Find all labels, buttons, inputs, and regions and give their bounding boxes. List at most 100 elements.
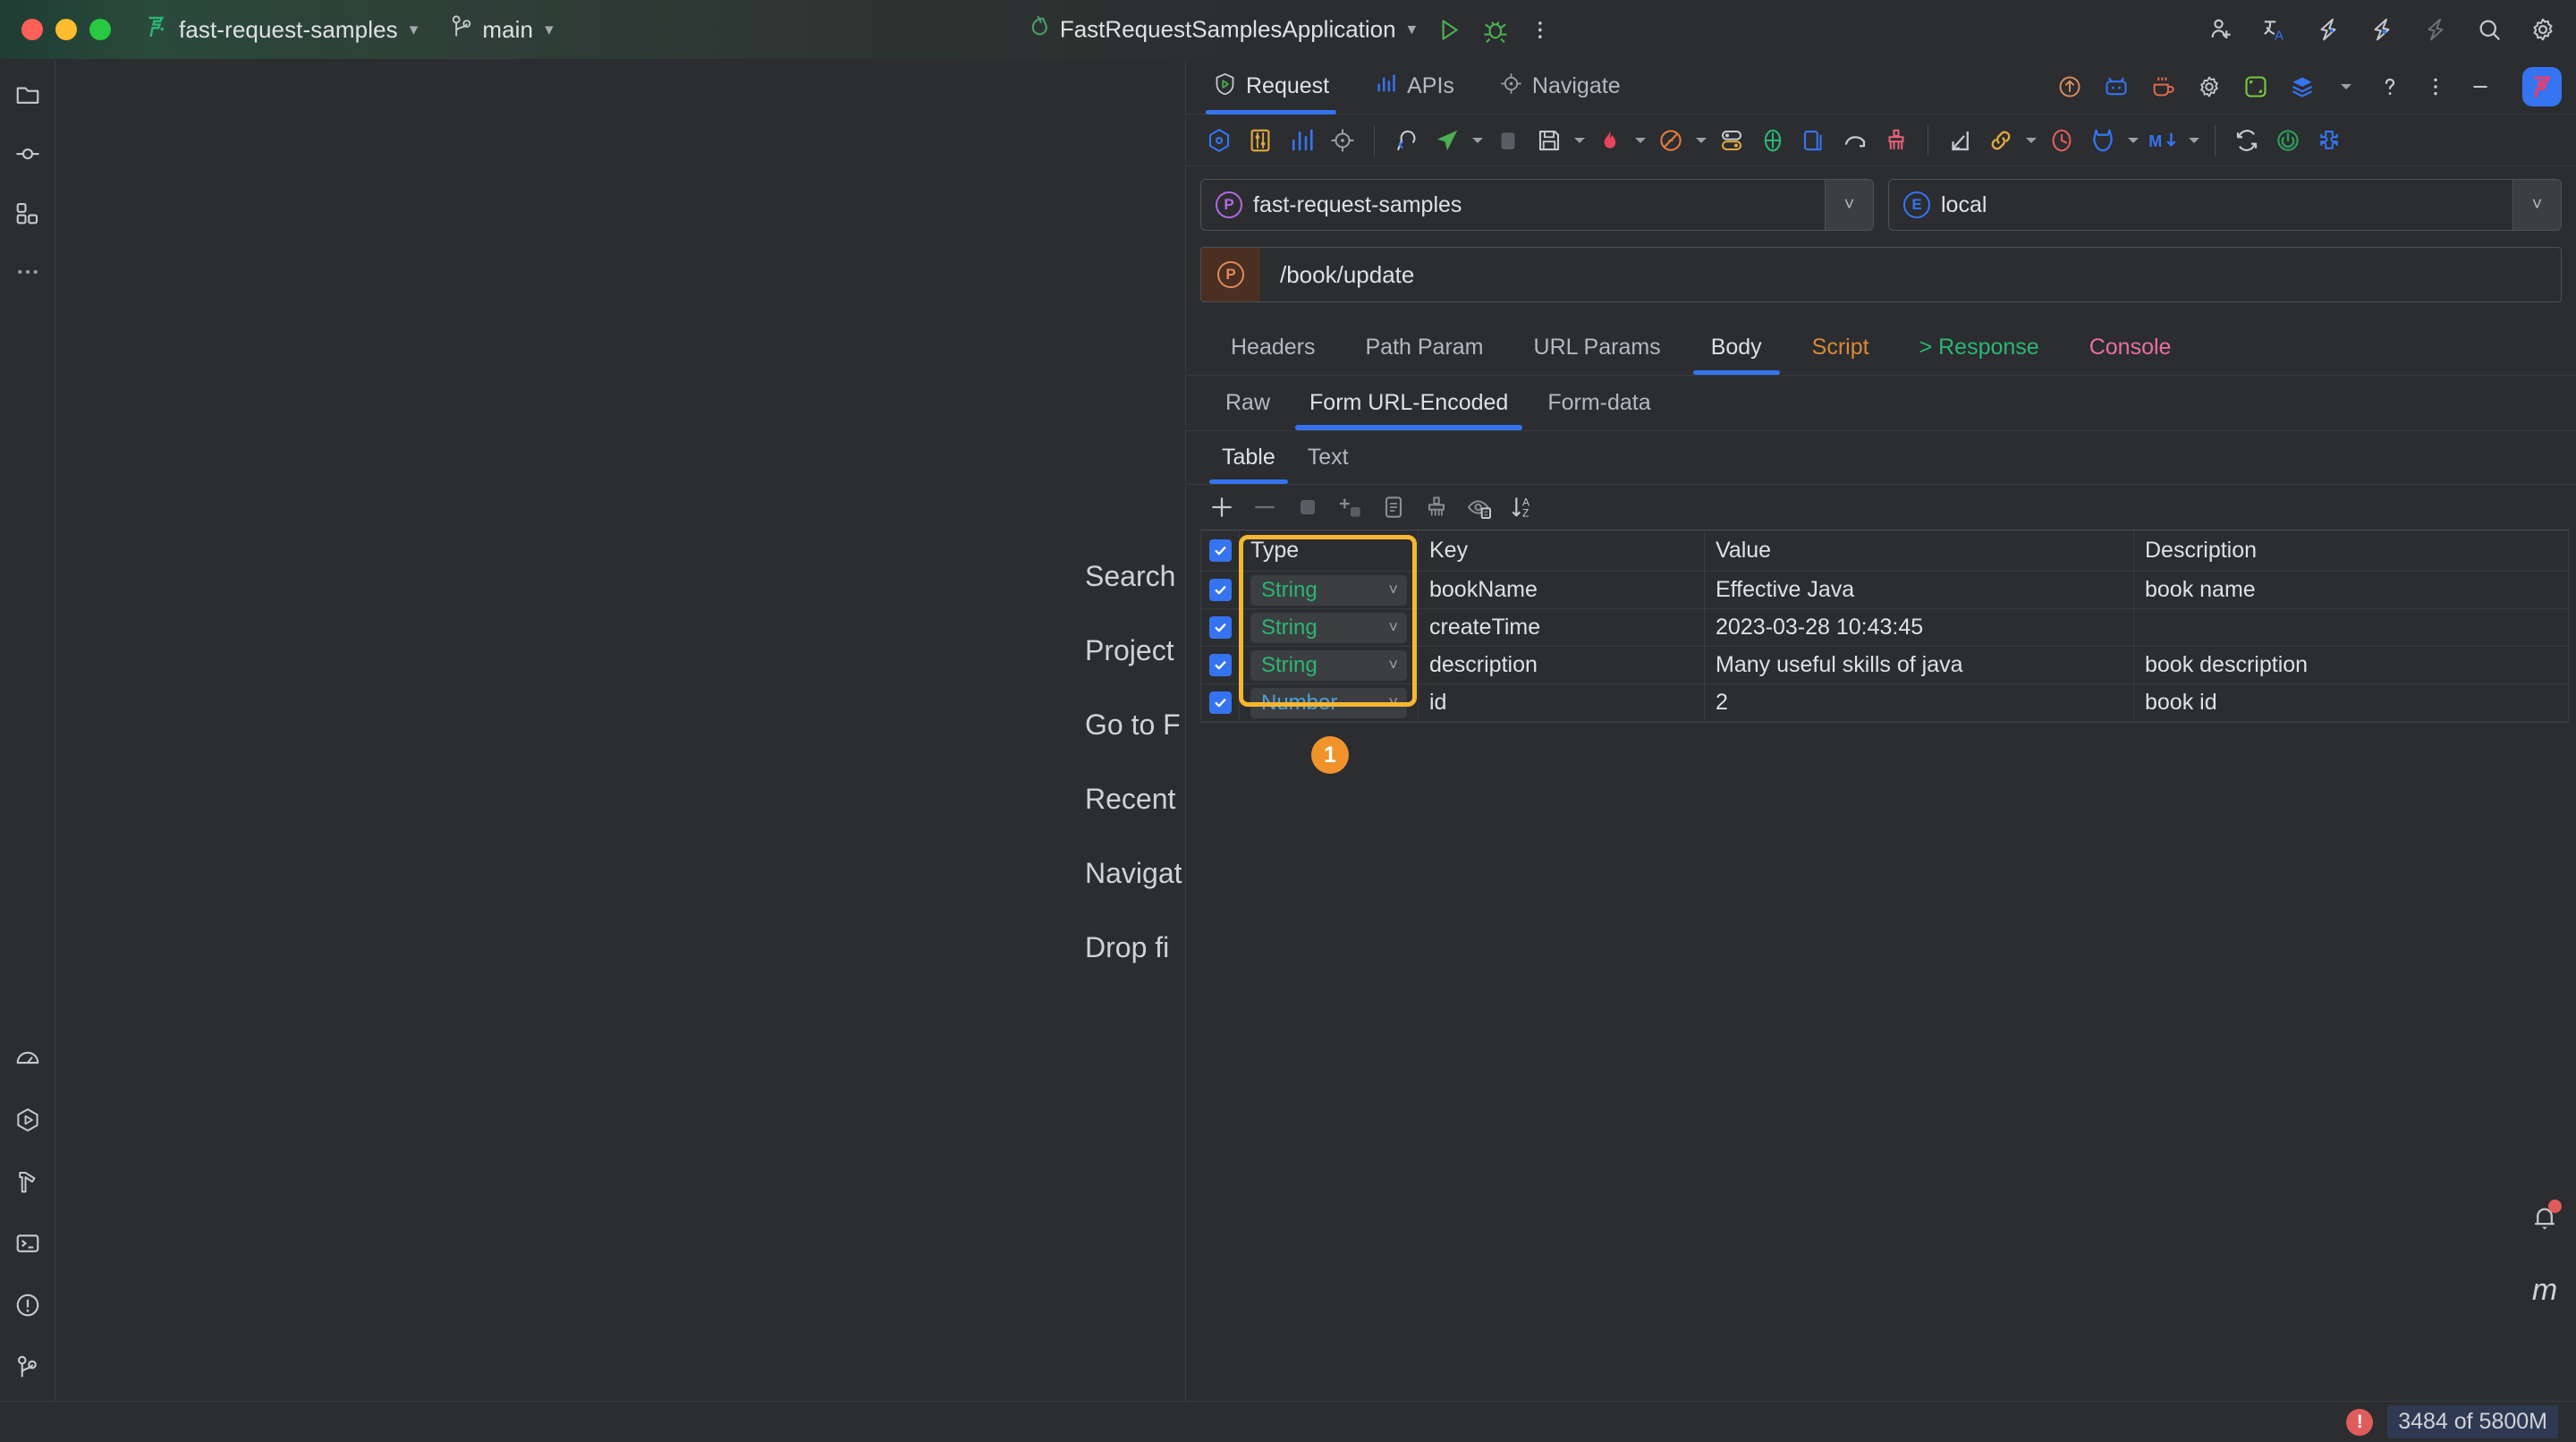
minimize-window-button[interactable] xyxy=(55,19,77,40)
hexagon-dot-icon[interactable] xyxy=(1199,120,1240,161)
select-all-checkbox[interactable] xyxy=(1209,539,1232,562)
row-type-cell[interactable]: String ˅ xyxy=(1240,572,1419,608)
type-dropdown[interactable]: String ˅ xyxy=(1250,575,1407,606)
type-dropdown[interactable]: String ˅ xyxy=(1250,650,1407,681)
row-value-cell[interactable]: Many useful skills of java xyxy=(1705,647,2134,683)
chevron-down-icon[interactable] xyxy=(2184,120,2204,161)
send-paper-plane-icon[interactable] xyxy=(1427,120,1468,161)
search-code-icon[interactable] xyxy=(1385,120,1427,161)
tab-body[interactable]: Body xyxy=(1686,319,1787,375)
row-value-cell[interactable]: 2 xyxy=(1705,684,2134,721)
plugin-puzzle-icon[interactable] xyxy=(2309,120,2350,161)
tab-script[interactable]: Script xyxy=(1787,319,1894,375)
gear-icon[interactable] xyxy=(2197,74,2222,99)
fast-request-logo-icon[interactable] xyxy=(2522,67,2562,106)
refresh-sync-icon[interactable] xyxy=(2226,120,2267,161)
help-question-icon[interactable] xyxy=(2377,74,2402,99)
debug-button[interactable] xyxy=(1482,16,1509,43)
row-description-cell[interactable] xyxy=(2134,609,2568,646)
table-row[interactable]: String ˅ description Many useful skills … xyxy=(1201,647,2568,684)
row-checkbox-cell[interactable] xyxy=(1201,647,1240,683)
tab-text[interactable]: Text xyxy=(1292,430,1365,484)
chevron-down-icon[interactable] xyxy=(1691,120,1711,161)
copy-document-icon[interactable] xyxy=(1372,486,1415,529)
row-key-cell[interactable]: description xyxy=(1419,647,1705,683)
chevron-down-icon[interactable] xyxy=(2123,120,2143,161)
markdown-icon[interactable]: M xyxy=(2143,120,2184,161)
notification-bell-icon[interactable] xyxy=(2529,1202,2560,1237)
ai-assistant-blue-icon[interactable] xyxy=(2368,16,2395,43)
tab-form-url-encoded[interactable]: Form URL-Encoded xyxy=(1290,375,1528,430)
row-key-cell[interactable]: createTime xyxy=(1419,609,1705,646)
stop-square-icon[interactable] xyxy=(1286,486,1329,529)
table-row[interactable]: String ˅ bookName Effective Java book na… xyxy=(1201,572,2568,609)
commit-icon[interactable] xyxy=(8,134,47,174)
header-value[interactable]: Value xyxy=(1705,530,2134,571)
chevron-down-icon[interactable] xyxy=(1570,120,1589,161)
version-control-icon[interactable] xyxy=(8,1347,47,1387)
row-checkbox[interactable] xyxy=(1209,579,1232,601)
row-type-cell[interactable]: String ˅ xyxy=(1240,647,1419,683)
chevron-down-icon[interactable] xyxy=(2021,120,2041,161)
preview-eye-icon[interactable] xyxy=(1458,486,1501,529)
coffee-cup-icon[interactable] xyxy=(2150,74,2175,99)
save-floppy-icon[interactable] xyxy=(1529,120,1570,161)
clean-broom-icon[interactable] xyxy=(1415,486,1458,529)
row-value-cell[interactable]: 2023-03-28 10:43:45 xyxy=(1705,609,2134,646)
minimize-icon[interactable] xyxy=(2469,75,2492,98)
run-config-selector[interactable]: FastRequestSamplesApplication ▾ xyxy=(1024,13,1416,47)
chevron-down-icon[interactable]: ˅ xyxy=(2512,180,2561,230)
tab-path-param[interactable]: Path Param xyxy=(1341,319,1509,375)
chevron-down-icon[interactable] xyxy=(1631,120,1650,161)
no-proxy-icon[interactable] xyxy=(1650,120,1691,161)
row-type-cell[interactable]: Number ˅ xyxy=(1240,684,1419,721)
maven-tool-window-label[interactable]: m xyxy=(2532,1273,2557,1308)
flame-icon[interactable] xyxy=(1589,120,1631,161)
profiler-icon[interactable] xyxy=(8,1039,47,1078)
project-selector[interactable]: fast-request-samples ▾ xyxy=(143,13,418,47)
expand-frame-icon[interactable] xyxy=(2243,74,2268,99)
structure-icon[interactable] xyxy=(8,193,47,233)
translate-icon[interactable]: A xyxy=(2261,16,2288,43)
import-arrow-icon[interactable] xyxy=(1939,120,1980,161)
gear-icon[interactable] xyxy=(2529,16,2556,43)
github-cat-icon[interactable] xyxy=(2082,120,2123,161)
bilibili-tv-icon[interactable] xyxy=(2104,74,2129,99)
row-key-cell[interactable]: id xyxy=(1419,684,1705,721)
clean-broom-icon[interactable] xyxy=(1876,120,1917,161)
tab-table[interactable]: Table xyxy=(1206,430,1292,484)
ai-assistant-icon[interactable] xyxy=(2315,16,2342,43)
problems-icon[interactable] xyxy=(8,1285,47,1325)
link-chain-icon[interactable] xyxy=(1980,120,2021,161)
settings-sliders-icon[interactable] xyxy=(1240,120,1281,161)
header-description[interactable]: Description xyxy=(2134,530,2568,571)
project-icon[interactable] xyxy=(8,75,47,115)
tab-form-data[interactable]: Form-data xyxy=(1528,375,1670,430)
table-row[interactable]: String ˅ createTime 2023-03-28 10:43:45 xyxy=(1201,609,2568,647)
layers-icon[interactable] xyxy=(2290,74,2315,99)
toggle-switches-icon[interactable] xyxy=(1711,120,1752,161)
run-button[interactable] xyxy=(1436,16,1462,43)
row-checkbox[interactable] xyxy=(1209,691,1232,714)
history-clock-icon[interactable] xyxy=(2041,120,2082,161)
undo-curve-icon[interactable] xyxy=(1835,120,1876,161)
environment-dropdown[interactable]: E local ˅ xyxy=(1888,179,2562,231)
terminal-icon[interactable] xyxy=(8,1224,47,1263)
row-value-cell[interactable]: Effective Java xyxy=(1705,572,2134,608)
tab-apis[interactable]: APIs xyxy=(1367,59,1462,115)
close-window-button[interactable] xyxy=(21,19,43,40)
ai-assistant-dim-icon[interactable] xyxy=(2422,16,2449,43)
header-key[interactable]: Key xyxy=(1419,530,1705,571)
row-key-cell[interactable]: bookName xyxy=(1419,572,1705,608)
url-field[interactable]: P /book/update xyxy=(1200,247,2562,302)
stop-square-icon[interactable] xyxy=(1487,120,1529,161)
row-checkbox[interactable] xyxy=(1209,616,1232,639)
row-checkbox[interactable] xyxy=(1209,654,1232,676)
type-dropdown[interactable]: String ˅ xyxy=(1250,613,1407,643)
build-hammer-icon[interactable] xyxy=(8,1162,47,1201)
tab-raw[interactable]: Raw xyxy=(1206,375,1290,430)
maximize-window-button[interactable] xyxy=(89,19,111,40)
project-dropdown[interactable]: P fast-request-samples ˅ xyxy=(1200,179,1874,231)
power-icon[interactable] xyxy=(2267,120,2309,161)
copy-layers-icon[interactable] xyxy=(1793,120,1835,161)
